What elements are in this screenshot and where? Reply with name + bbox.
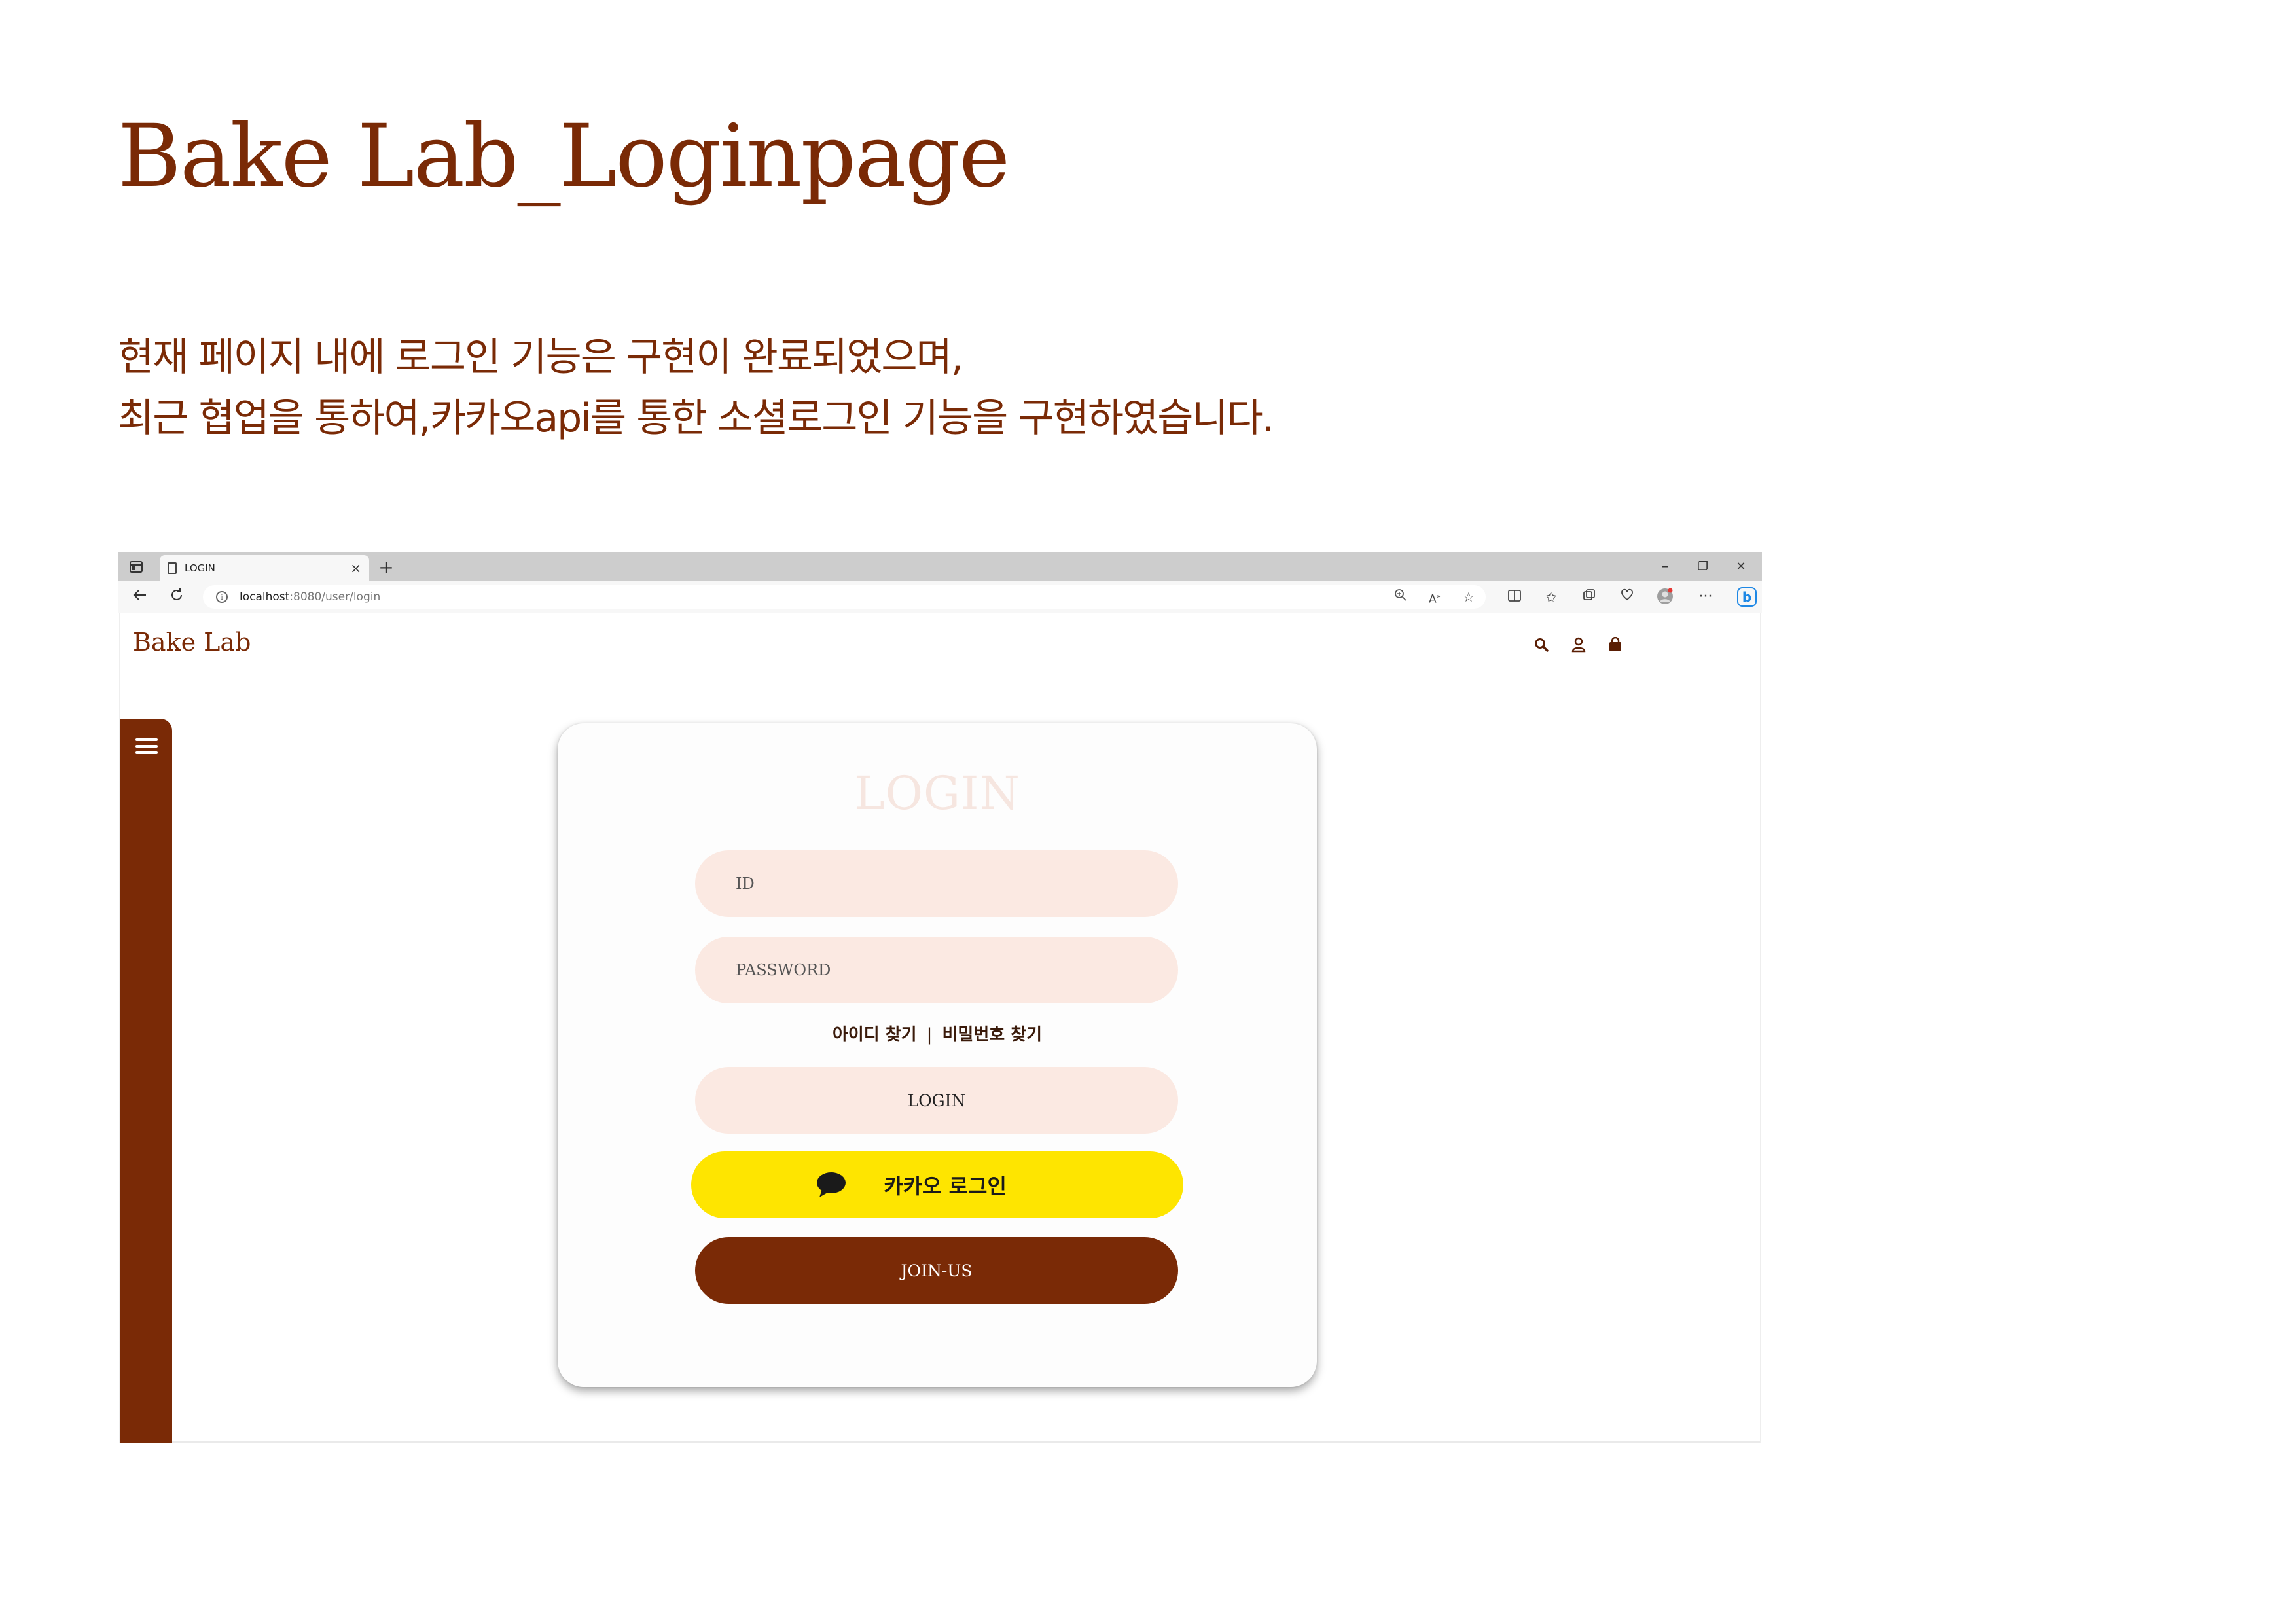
password-input[interactable]: PASSWORD — [695, 937, 1178, 1003]
login-button[interactable]: LOGIN — [695, 1067, 1178, 1134]
site-header-icons — [1534, 637, 1623, 653]
extensions-icon[interactable] — [1618, 588, 1636, 606]
id-input[interactable]: ID — [695, 850, 1178, 917]
profile-icon[interactable] — [1656, 588, 1674, 606]
site-info-icon[interactable]: i — [216, 591, 228, 603]
tab-title: LOGIN — [185, 562, 215, 574]
url-host: localhost — [240, 590, 290, 604]
search-icon[interactable] — [1534, 637, 1549, 653]
page-title: Bake Lab_Loginpage — [118, 106, 1010, 207]
shopping-bag-icon[interactable] — [1608, 637, 1623, 653]
user-icon[interactable] — [1571, 637, 1586, 653]
refresh-icon[interactable] — [166, 586, 187, 607]
kakao-login-label: 카카오 로그인 — [884, 1174, 1007, 1199]
find-id-link[interactable]: 아이디 찾기 — [833, 1025, 917, 1045]
hamburger-menu-icon[interactable] — [135, 738, 158, 758]
favorites-icon[interactable]: ✩ — [1542, 588, 1560, 606]
url-field[interactable]: i localhost:8080/user/login — [203, 585, 1486, 609]
site-brand-logo[interactable]: Bake Lab — [133, 628, 251, 657]
browser-window: LOGIN × + – ❐ ✕ i localhost:8080/user/lo… — [118, 552, 1762, 1443]
more-icon[interactable]: ··· — [1696, 588, 1715, 606]
description-line-2: 최근 협업을 통하여,카카오api를 통한 소셜로그인 기능을 구현하였습니다. — [118, 395, 1274, 441]
tab-login[interactable]: LOGIN × — [160, 555, 369, 581]
kakao-login-button[interactable]: 카카오 로그인 — [691, 1151, 1183, 1218]
minimize-button[interactable]: – — [1652, 556, 1678, 577]
close-window-button[interactable]: ✕ — [1728, 556, 1754, 577]
restore-button[interactable]: ❐ — [1690, 556, 1716, 577]
kakao-speech-bubble-icon — [817, 1172, 846, 1197]
url-path: :8080/user/login — [289, 590, 381, 604]
login-heading: LOGIN — [854, 767, 1020, 820]
tab-close-icon[interactable]: × — [350, 560, 361, 576]
tab-bar: LOGIN × + – ❐ ✕ — [118, 552, 1762, 581]
bing-icon[interactable]: b — [1737, 587, 1757, 607]
description: 현재 페이지 내에 로그인 기능은 구현이 완료되었으며, 최근 협업을 통하여… — [118, 327, 1274, 449]
favorite-star-icon[interactable]: ☆ — [1460, 588, 1478, 606]
find-password-link[interactable]: 비밀번호 찾기 — [942, 1025, 1042, 1045]
link-separator: | — [926, 1025, 933, 1045]
split-screen-icon[interactable] — [1505, 588, 1524, 606]
address-bar-row: i localhost:8080/user/login A» ☆ ✩ ··· b — [118, 581, 1762, 613]
new-tab-button[interactable]: + — [374, 556, 398, 578]
login-card: LOGIN ID PASSWORD 아이디 찾기 | 비밀번호 찾기 LOGIN… — [558, 723, 1317, 1387]
read-aloud-icon[interactable]: A» — [1426, 588, 1444, 606]
description-line-1: 현재 페이지 내에 로그인 기능은 구현이 완료되었으며, — [118, 334, 963, 380]
find-account-links: 아이디 찾기 | 비밀번호 찾기 — [558, 1021, 1317, 1045]
back-icon[interactable] — [130, 586, 151, 607]
sidebar — [120, 719, 172, 1443]
tab-actions-icon[interactable] — [124, 556, 148, 577]
site-viewport: Bake Lab LOGIN ID PASSWORD 아이디 찾기 | 비밀번호… — [119, 613, 1761, 1443]
collections-icon[interactable] — [1580, 588, 1598, 606]
join-us-button[interactable]: JOIN-US — [695, 1237, 1178, 1304]
page-icon — [168, 562, 177, 574]
zoom-icon[interactable] — [1391, 588, 1410, 606]
content-bottom-border — [172, 1441, 1760, 1443]
